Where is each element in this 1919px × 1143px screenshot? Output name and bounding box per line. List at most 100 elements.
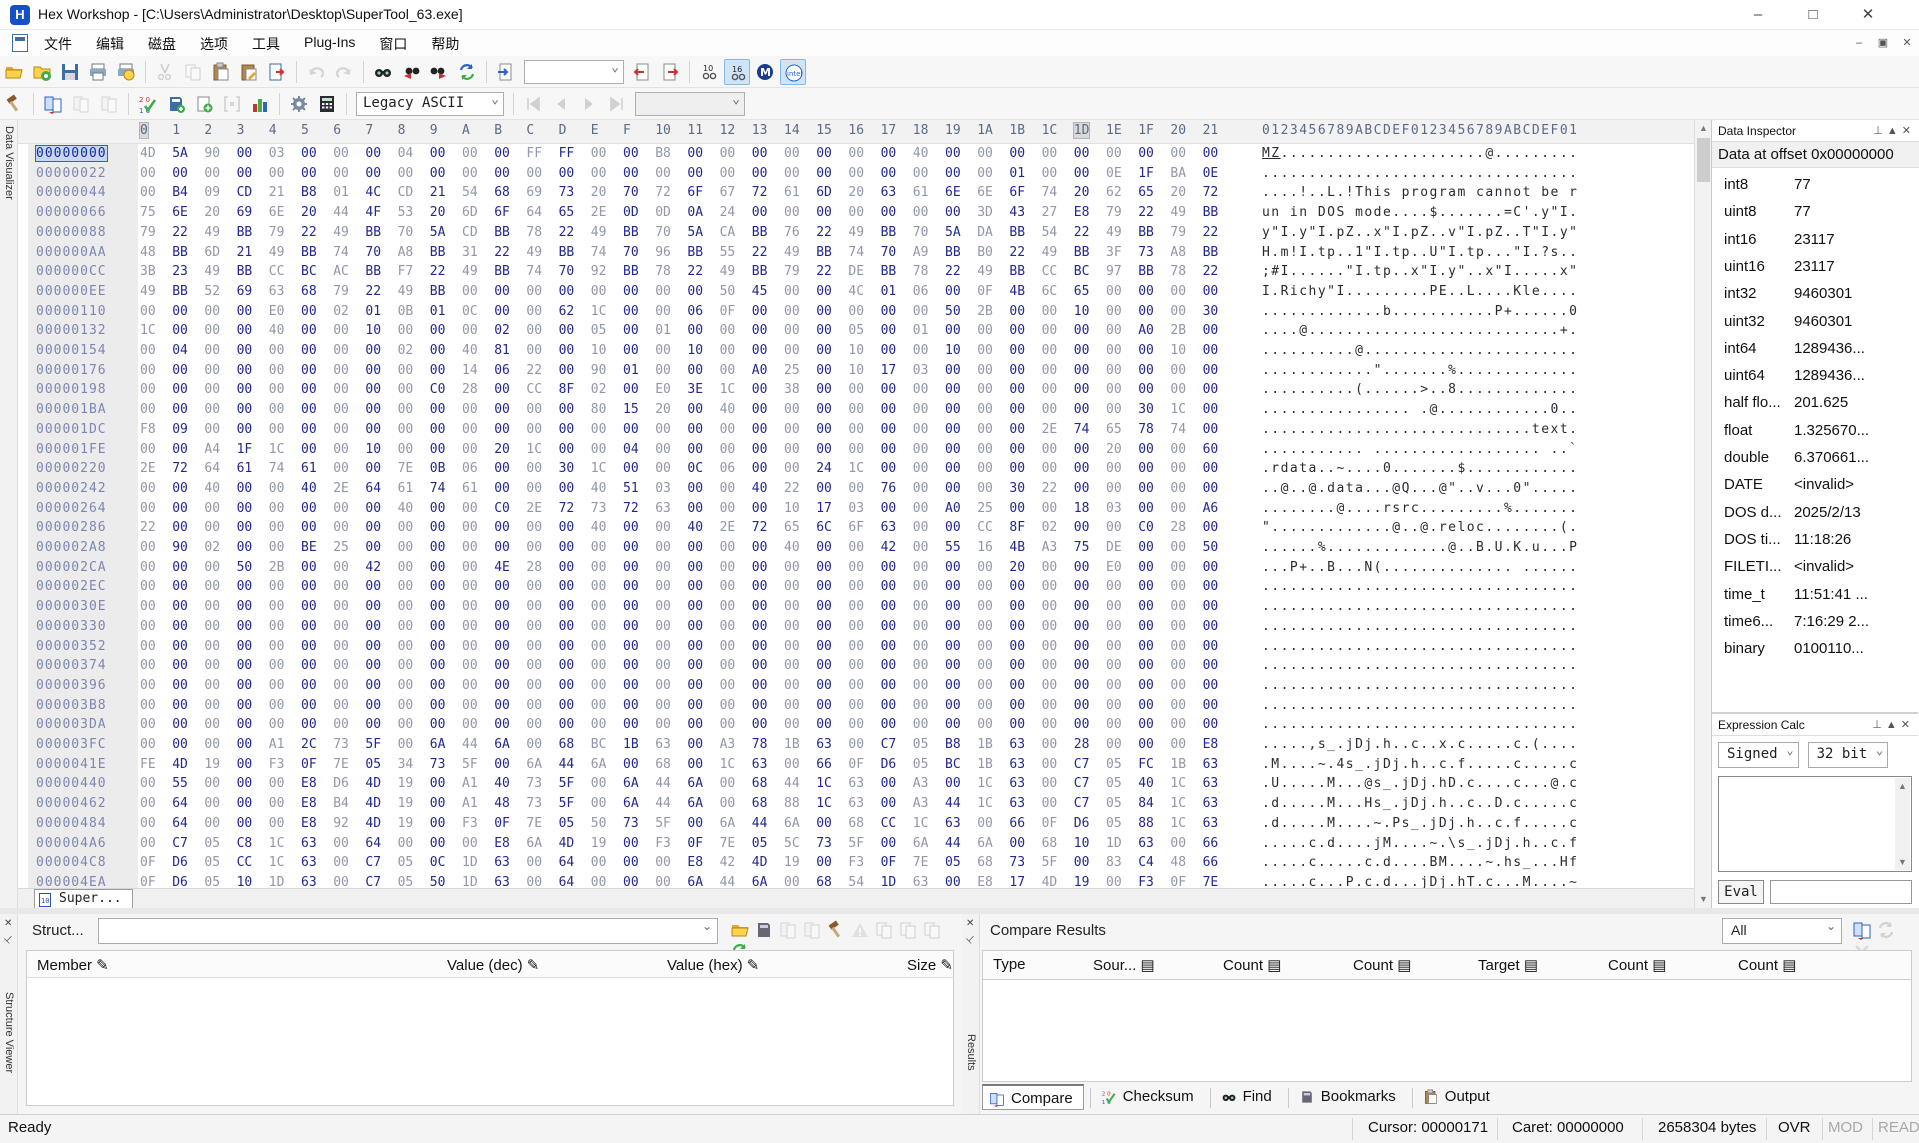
hex-byte[interactable]: 00: [301, 304, 317, 319]
hex-byte[interactable]: 4D: [365, 776, 381, 791]
hex-byte[interactable]: 00: [559, 619, 575, 634]
hex-byte[interactable]: 5F: [559, 796, 575, 811]
hex-byte[interactable]: 00: [913, 402, 929, 417]
hex-byte[interactable]: 0B: [430, 461, 446, 476]
hex-byte[interactable]: 05: [848, 323, 864, 338]
hex-byte[interactable]: 00: [848, 579, 864, 594]
hex-byte[interactable]: 4C: [848, 284, 864, 299]
hex-byte[interactable]: 49: [140, 284, 156, 299]
hex-byte[interactable]: A1: [269, 737, 285, 752]
hex-byte[interactable]: 20: [1170, 185, 1186, 200]
hex-byte[interactable]: 63: [301, 836, 317, 851]
hex-byte[interactable]: 00: [623, 599, 639, 614]
hex-byte[interactable]: 00: [655, 678, 671, 693]
ascii-text[interactable]: .U.....M...@s_.jDj.hD.c....c...@.c: [1262, 776, 1578, 791]
hex-byte[interactable]: 78: [913, 264, 929, 279]
hex-row[interactable]: 000000AA48BB6D2149BB7470A8BB312249BB7470…: [18, 245, 1694, 264]
hex-byte[interactable]: 00: [269, 481, 285, 496]
hex-byte[interactable]: 00: [237, 323, 253, 338]
hex-byte[interactable]: 00: [140, 717, 156, 732]
hex-byte[interactable]: 6A: [430, 737, 446, 752]
hex-byte[interactable]: 16: [977, 540, 993, 555]
hex-byte[interactable]: 00: [140, 579, 156, 594]
hex-byte[interactable]: 00: [977, 579, 993, 594]
copy-icon[interactable]: [897, 919, 919, 941]
hex-row[interactable]: 0000004400B409CD21B8014CCD21546869732070…: [18, 185, 1694, 204]
hex-byte[interactable]: 68: [848, 816, 864, 831]
hex-byte[interactable]: 00: [1009, 658, 1025, 673]
hex-byte[interactable]: 00: [430, 717, 446, 732]
hex-byte[interactable]: 00: [720, 323, 736, 338]
hex-byte[interactable]: 63: [655, 737, 671, 752]
nav-last-icon[interactable]: [604, 91, 630, 117]
hex-byte[interactable]: 00: [1170, 836, 1186, 851]
hex-byte[interactable]: 00: [204, 501, 220, 516]
hex-byte[interactable]: 00: [462, 836, 478, 851]
hex-byte[interactable]: 00: [398, 579, 414, 594]
hex-byte[interactable]: 00: [881, 796, 897, 811]
compare-column-5[interactable]: Target ▤: [1478, 956, 1538, 974]
hex-byte[interactable]: 00: [398, 639, 414, 654]
hex-byte[interactable]: 49: [720, 264, 736, 279]
open-folder-icon[interactable]: [1, 59, 27, 85]
hex-byte[interactable]: 00: [720, 363, 736, 378]
hex-byte[interactable]: 00: [913, 540, 929, 555]
hex-byte[interactable]: 00: [269, 619, 285, 634]
hex-byte[interactable]: 00: [816, 442, 832, 457]
hex-byte[interactable]: 1C: [1170, 776, 1186, 791]
hex-byte[interactable]: 40: [687, 520, 703, 535]
hex-byte[interactable]: 40: [784, 540, 800, 555]
hex-byte[interactable]: 00: [526, 698, 542, 713]
hex-byte[interactable]: 00: [1009, 836, 1025, 851]
menu-item-6[interactable]: Plug-Ins: [292, 30, 367, 54]
hex-byte[interactable]: 00: [237, 776, 253, 791]
hex-byte[interactable]: 00: [398, 442, 414, 457]
hex-byte[interactable]: 00: [269, 678, 285, 693]
hex-byte[interactable]: 00: [494, 678, 510, 693]
hex-byte[interactable]: 00: [398, 520, 414, 535]
hex-byte[interactable]: A8: [398, 245, 414, 260]
hex-byte[interactable]: 00: [269, 166, 285, 181]
hex-byte[interactable]: 79: [140, 225, 156, 240]
hex-byte[interactable]: 00: [365, 402, 381, 417]
hex-byte[interactable]: 00: [559, 678, 575, 693]
hex-byte[interactable]: BC: [1074, 264, 1090, 279]
ascii-text[interactable]: ..........@.......................: [1262, 343, 1578, 358]
menu-item-4[interactable]: 选项: [188, 30, 240, 58]
hex-byte[interactable]: 00: [1170, 737, 1186, 752]
hex-byte[interactable]: 00: [848, 658, 864, 673]
hex-byte[interactable]: 04: [398, 146, 414, 161]
hex-byte[interactable]: 0C: [462, 304, 478, 319]
hex-byte[interactable]: 1C: [140, 323, 156, 338]
hex-byte[interactable]: 00: [430, 363, 446, 378]
hex-byte[interactable]: 02: [591, 382, 607, 397]
hex-byte[interactable]: 00: [655, 166, 671, 181]
hex-byte[interactable]: 00: [752, 166, 768, 181]
hex-byte[interactable]: 00: [430, 619, 446, 634]
hex-byte[interactable]: 00: [1042, 579, 1058, 594]
hex-byte[interactable]: 00: [333, 461, 349, 476]
hex-byte[interactable]: 00: [687, 816, 703, 831]
hex-byte[interactable]: 00: [204, 304, 220, 319]
hex-byte[interactable]: 20: [494, 442, 510, 457]
ascii-text[interactable]: .....c.....c.d....BM....~.hs_...Hf: [1262, 855, 1578, 870]
hex-byte[interactable]: DA: [977, 225, 993, 240]
hex-byte[interactable]: 00: [848, 205, 864, 220]
hex-byte[interactable]: 00: [462, 402, 478, 417]
hex-byte[interactable]: 00: [945, 658, 961, 673]
hex-byte[interactable]: 63: [1009, 737, 1025, 752]
hex-byte[interactable]: 00: [140, 796, 156, 811]
hex-byte[interactable]: 70: [365, 245, 381, 260]
hex-byte[interactable]: 00: [752, 382, 768, 397]
hex-byte[interactable]: 00: [655, 304, 671, 319]
menu-item-3[interactable]: 磁盘: [136, 30, 188, 58]
tab-checksum[interactable]: 2 01 6Checksum: [1095, 1084, 1204, 1110]
hex-byte[interactable]: 00: [1074, 442, 1090, 457]
hex-byte[interactable]: 10: [365, 442, 381, 457]
hex-byte[interactable]: 00: [1074, 146, 1090, 161]
compare-prev-icon[interactable]: [777, 919, 799, 941]
hex-byte[interactable]: 63: [848, 776, 864, 791]
hex-byte[interactable]: 00: [1203, 481, 1219, 496]
hex-byte[interactable]: 83: [1106, 855, 1122, 870]
hex-byte[interactable]: 00: [237, 343, 253, 358]
